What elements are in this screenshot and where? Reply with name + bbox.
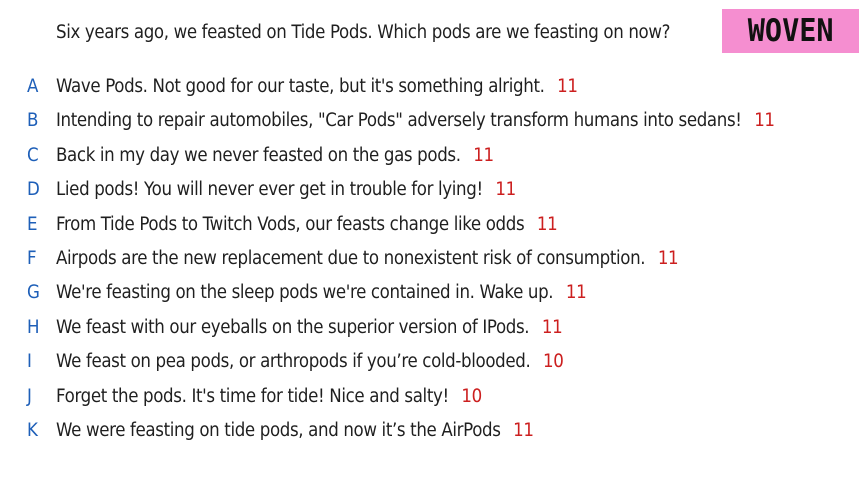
answer-letter: E <box>27 213 38 235</box>
logo-text: WOVEN <box>747 13 834 49</box>
answer-item-g: G We're feasting on the sleep pods we're… <box>0 278 864 312</box>
answer-score: 10 <box>461 385 482 407</box>
answer-score: 11 <box>495 179 516 201</box>
answer-list: A Wave Pods. Not good for our taste, but… <box>0 72 864 450</box>
answer-score: 11 <box>541 316 563 338</box>
answer-letter: B <box>27 110 39 132</box>
answer-item-a: A Wave Pods. Not good for our taste, but… <box>0 72 864 106</box>
question-text: Six years ago, we feasted on Tide Pods. … <box>56 22 671 43</box>
answer-item-e: E From Tide Pods to Twitch Vods, our fea… <box>0 210 864 244</box>
answer-letter: C <box>27 144 39 166</box>
answer-letter: J <box>27 385 32 407</box>
answer-item-h: H We feast with our eyeballs on the supe… <box>0 313 864 347</box>
answer-score: 11 <box>754 110 775 132</box>
answer-letter: H <box>27 316 40 338</box>
answer-score: 11 <box>657 247 679 269</box>
answer-text: We were feasting on tide pods, and now i… <box>56 419 501 441</box>
answer-text: Forget the pods. It's time for tide! Nic… <box>56 385 449 407</box>
answer-item-k: K We were feasting on tide pods, and now… <box>0 416 864 450</box>
answer-letter: I <box>27 351 32 373</box>
answer-score: 11 <box>536 213 558 235</box>
answer-score: 11 <box>473 144 494 166</box>
answer-letter: A <box>27 76 39 97</box>
answer-text: We feast on pea pods, or arthropods if y… <box>56 351 531 373</box>
answer-text: Lied pods! You will never ever get in tr… <box>56 179 483 201</box>
answer-text: From Tide Pods to Twitch Vods, our feast… <box>56 213 525 235</box>
answer-score: 11 <box>565 282 587 304</box>
answer-text: Airpods are the new replacement due to n… <box>56 247 646 269</box>
answer-letter: D <box>27 179 40 201</box>
answer-score: 11 <box>513 419 534 441</box>
answer-item-f: F Airpods are the new replacement due to… <box>0 244 864 278</box>
answer-item-c: C Back in my day we never feasted on the… <box>0 141 864 175</box>
answer-text: We feast with our eyeballs on the superi… <box>56 316 530 338</box>
answer-letter: G <box>27 282 40 304</box>
answer-text: We're feasting on the sleep pods we're c… <box>56 282 554 304</box>
answer-letter: F <box>27 247 37 269</box>
answer-text: Intending to repair automobiles, "Car Po… <box>56 110 742 132</box>
answer-text: Back in my day we never feasted on the g… <box>56 144 461 166</box>
answer-item-i: I We feast on pea pods, or arthropods if… <box>0 347 864 381</box>
woven-logo: WOVEN <box>722 9 859 53</box>
answer-item-b: B Intending to repair automobiles, "Car … <box>0 106 864 140</box>
answer-score: 10 <box>542 351 564 373</box>
answer-score: 11 <box>557 76 578 97</box>
answer-letter: K <box>27 419 38 441</box>
answer-text: Wave Pods. Not good for our taste, but i… <box>56 76 545 97</box>
answer-item-d: D Lied pods! You will never ever get in … <box>0 175 864 209</box>
answer-item-j: J Forget the pods. It's time for tide! N… <box>0 382 864 416</box>
